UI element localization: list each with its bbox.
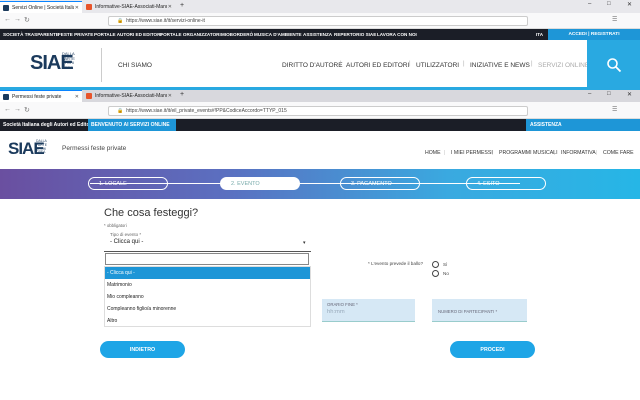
step-pagamento[interactable]: 3. PAGAMENTO — [340, 177, 420, 190]
radio-si-label: Sì — [443, 262, 448, 267]
minimize-button[interactable]: – — [588, 1, 591, 7]
reload-icon[interactable]: ↻ — [24, 16, 30, 24]
chi-siamo-link[interactable]: CHI SIAMO — [118, 62, 152, 69]
topnav-assistenza[interactable]: ASSISTENZA — [303, 29, 332, 40]
menu-home[interactable]: HOME — [425, 150, 441, 156]
chevron-down-icon: ▾ — [303, 240, 306, 246]
menu-servizi-online[interactable]: SERVIZI ONLINE — [538, 62, 589, 69]
url-text: https://www.siae.it/it/servizi-online-it — [126, 18, 205, 24]
menu-icon[interactable]: ☰ — [612, 16, 617, 23]
new-tab-button[interactable]: + — [180, 2, 184, 9]
login-register-button[interactable]: ACCEDI | REGISTRATI — [548, 29, 640, 40]
lock-icon: 🔒 — [117, 18, 124, 24]
welcome-banner: BENVENUTO AI SERVIZI ONLINE — [88, 119, 176, 131]
option-filter-input[interactable] — [105, 253, 309, 265]
logo-tagline: DALLA PARTE DI CHI CREA — [36, 139, 47, 155]
reload-icon[interactable]: ↻ — [24, 106, 30, 114]
topnav-portale-autori[interactable]: PORTALE AUTORI ED EDITORI — [94, 29, 162, 40]
close-tab-icon[interactable]: ✕ — [75, 94, 79, 100]
url-bar[interactable]: 🔒 https://www.siae.it/it/servizi-online-… — [108, 16, 528, 26]
siae-full-name[interactable]: Società Italiana degli Autori ed Editori — [3, 119, 93, 131]
step-locale[interactable]: 1. LOCALE — [88, 177, 168, 190]
minimize-button[interactable]: – — [588, 91, 591, 97]
close-window-button[interactable]: ✕ — [627, 1, 632, 8]
tab-title: Servizi Online | Società Italiana de... — [12, 4, 74, 11]
topnav-musica-ambiente[interactable]: MUSICA D'AMBIENTE — [254, 29, 302, 40]
topnav-repertorio[interactable]: REPERTORIO SIAE — [334, 29, 376, 40]
menu-informativa[interactable]: INFORMATIVA — [561, 150, 596, 156]
menu-iniziative-news[interactable]: INIZIATIVE E NEWS — [470, 62, 530, 69]
url-text: https://www.siae.it/it/eil_private_event… — [126, 108, 287, 114]
topnav-lavora-con-noi[interactable]: LAVORA CON NOI — [377, 29, 417, 40]
pdf-favicon-icon — [86, 4, 92, 10]
back-arrow-icon[interactable]: ← — [4, 106, 11, 113]
siae-favicon-icon — [3, 93, 9, 100]
next-button[interactable]: PROCEDI — [450, 341, 535, 358]
step-evento[interactable]: 2. EVENTO — [220, 177, 300, 190]
maximize-button[interactable]: □ — [607, 91, 611, 97]
option-mio-compleanno[interactable]: Mio compleanno — [105, 291, 310, 303]
back-arrow-icon[interactable]: ← — [4, 16, 11, 23]
siae-favicon-icon — [3, 4, 9, 11]
radio-no-label: No — [443, 271, 449, 276]
end-time-label: ORARIO FINE * — [327, 302, 358, 307]
radio-si[interactable] — [432, 261, 439, 268]
browser-tab-servizi-online[interactable]: Servizi Online | Società Italiana de... … — [0, 1, 82, 13]
browser2-tab-informative[interactable]: Informative-SIAE-Associati-Mandan... ✕ — [83, 90, 175, 102]
header-divider — [101, 48, 102, 82]
required-note: * obbligatori — [104, 223, 127, 228]
menu-autori-editori[interactable]: AUTORI ED EDITORI — [346, 62, 409, 69]
forward-arrow-icon[interactable]: → — [14, 106, 21, 113]
form-heading: Che cosa festeggi? — [104, 207, 199, 219]
close-tab-icon[interactable]: ✕ — [168, 4, 172, 10]
back-button[interactable]: INDIETRO — [100, 341, 185, 358]
dance-question: * L'evento prevede il ballo? — [368, 261, 424, 266]
page-title: Permessi feste private — [62, 145, 127, 152]
menu-utilizzatori[interactable]: UTILIZZATORI — [416, 62, 459, 69]
menu-programmi-musicali[interactable]: PROGRAMMI MUSICALI — [499, 150, 558, 156]
option-clicca-qui[interactable]: - Clicca qui - — [105, 267, 310, 279]
tab-title: Informative-SIAE-Associati-Mandan... — [95, 4, 167, 10]
topnav-mioborderò[interactable]: MIOBORDERÒ — [221, 29, 253, 40]
logo-tagline: DALLA PARTE DI CHI CREA — [62, 51, 75, 70]
radio-no[interactable] — [432, 270, 439, 277]
browser2-tab-permessi[interactable]: Permessi feste private ✕ — [0, 90, 82, 102]
topnav-feste-private[interactable]: FESTE PRIVATE — [58, 29, 93, 40]
event-type-label: Tipo di evento * — [110, 232, 142, 237]
close-tab-icon[interactable]: ✕ — [75, 5, 79, 11]
menu-diritto-autore[interactable]: DIRITTO D'AUTORE — [282, 62, 343, 69]
option-matrimonio[interactable]: Matrimonio — [105, 279, 310, 291]
menu-miei-permessi[interactable]: I MIEI PERMESSI — [451, 150, 493, 156]
tab-title: Informative-SIAE-Associati-Mandan... — [95, 93, 167, 99]
language-select[interactable]: ITA — [536, 29, 543, 40]
new-tab-button[interactable]: + — [180, 91, 184, 98]
lock-icon: 🔒 — [117, 108, 124, 114]
close-tab-icon[interactable]: ✕ — [168, 93, 172, 99]
close-window-button[interactable]: ✕ — [627, 91, 632, 98]
search-button[interactable] — [587, 40, 640, 90]
end-time-placeholder: hh:mm — [327, 309, 345, 315]
menu-icon[interactable]: ☰ — [612, 106, 617, 113]
browser-tab-informative[interactable]: Informative-SIAE-Associati-Mandan... ✕ — [83, 1, 175, 13]
url-bar[interactable]: 🔒 https://www.siae.it/it/eil_private_eve… — [108, 106, 528, 116]
topnav-portale-organizzatori[interactable]: PORTALE ORGANIZZATORI — [160, 29, 221, 40]
forward-arrow-icon[interactable]: → — [14, 16, 21, 23]
tab-title: Permessi feste private — [12, 93, 62, 100]
option-altro[interactable]: Altro — [105, 315, 310, 327]
assistance-link[interactable]: ASSISTENZA — [526, 119, 640, 131]
pdf-favicon-icon — [86, 93, 92, 99]
menu-come-fare[interactable]: COME FARE — [603, 150, 634, 156]
option-compleanno-figlio[interactable]: Compleanno figlio/a minorenne — [105, 303, 310, 315]
step-esito[interactable]: 4. ESITO — [466, 177, 546, 190]
participants-label: NUMERO DI PARTECIPANTI * — [438, 309, 498, 314]
search-icon — [606, 58, 621, 73]
topnav-societa-trasparente[interactable]: SOCIETÀ TRASPARENTE — [3, 29, 59, 40]
event-type-value: - Clicca qui - — [110, 239, 144, 245]
maximize-button[interactable]: □ — [607, 1, 611, 7]
